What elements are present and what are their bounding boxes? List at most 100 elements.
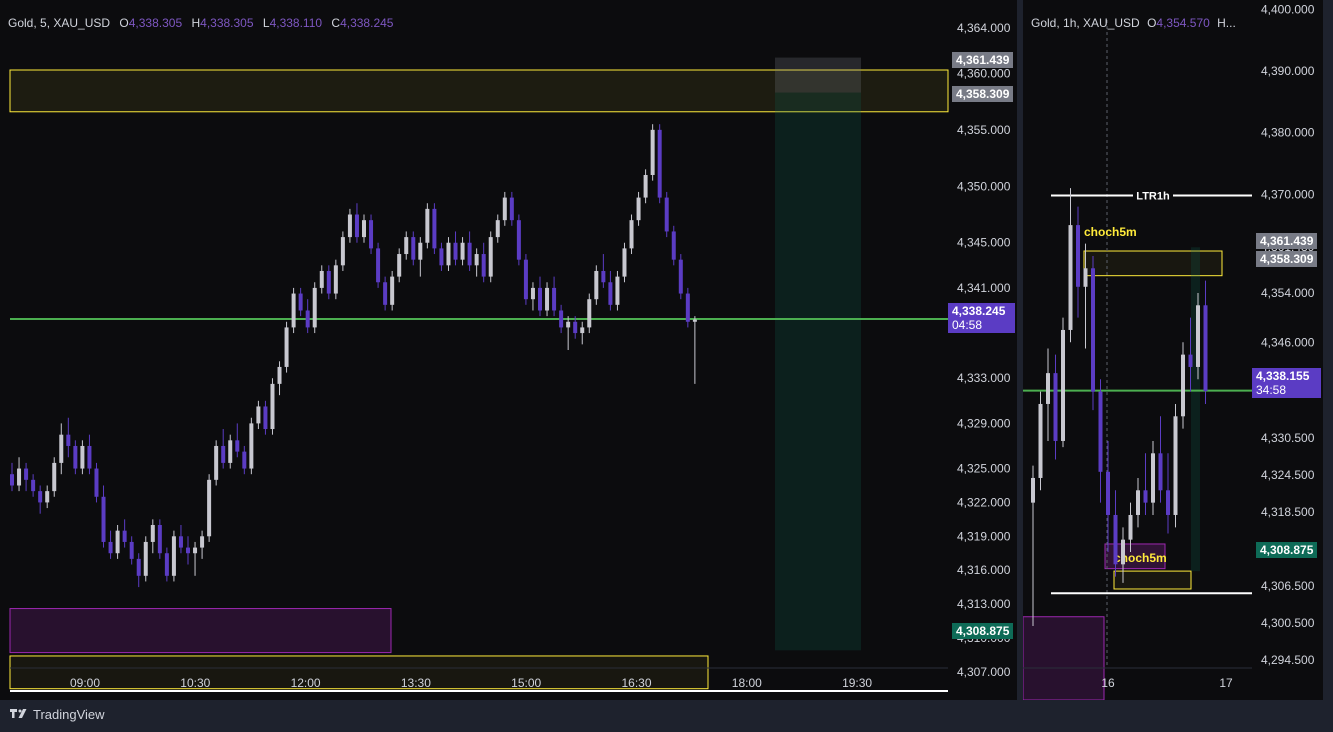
price-tick-label: 4,322.000 (957, 495, 1011, 509)
left-target-tag: 4,308.875 (952, 623, 1014, 639)
time-tick-label: 13:30 (401, 676, 431, 690)
candle-body (319, 270, 324, 288)
candle-body (559, 310, 564, 328)
candle-body (376, 248, 381, 283)
candle-body (221, 445, 226, 463)
candle-body (1106, 471, 1110, 515)
candle-body (657, 129, 662, 198)
candle-body (650, 129, 655, 175)
candle-body (509, 197, 514, 221)
right-target-tag: 4,308.875 (1256, 542, 1318, 558)
ltr-label: LTR1h (1136, 191, 1170, 203)
candle-body (453, 242, 458, 260)
right-chart-canvas[interactable]: LTR1hchoch5mchoch5m4,400.0004,390.0004,3… (1023, 0, 1323, 700)
candle-body (298, 293, 303, 311)
candle-body (643, 175, 648, 198)
price-tick-label: 4,294.500 (1261, 653, 1315, 667)
candle-body (1173, 416, 1178, 515)
candle-body (263, 406, 268, 430)
candle-body (671, 231, 676, 260)
price-tick-label: 4,319.000 (957, 529, 1011, 543)
candle-body (291, 293, 296, 328)
price-tick-label: 4,316.000 (957, 563, 1011, 577)
demand-zone (9, 608, 392, 654)
tradingview-brand[interactable]: TradingView (10, 707, 105, 722)
price-tick-label: 4,300.500 (1261, 616, 1315, 630)
time-tick-label: 12:00 (291, 676, 321, 690)
right-legend-o-label: O (1147, 16, 1157, 30)
candle-body (502, 197, 507, 221)
candle-body (418, 242, 423, 260)
candle-body (362, 220, 366, 238)
price-tick-label: 4,380.000 (1261, 126, 1315, 140)
candle-body (538, 287, 542, 311)
price-tick-label: 4,355.000 (957, 123, 1011, 137)
price-tick-label: 4,400.000 (1261, 2, 1315, 16)
candle-body (587, 299, 592, 328)
price-tick-label: 4,354.000 (1261, 286, 1315, 300)
choch-lower-supply-zone (1113, 570, 1192, 590)
left-chart-legend: Gold, 5, XAU_USD O4,338.305 H4,338.305 L… (8, 16, 393, 30)
candle-body (10, 474, 14, 486)
time-tick-label: 15:00 (511, 676, 541, 690)
candle-body (150, 525, 155, 542)
candle-body (178, 536, 183, 548)
candle-body (129, 541, 134, 559)
candle-body (678, 259, 683, 294)
candle-body (1098, 391, 1103, 472)
left-chart-pane[interactable]: 4,364.000 4,360.000 4,355.000 4,350.000 4,34… (0, 0, 1017, 700)
candle-body (38, 491, 43, 503)
choch-upper-label: choch5m (1084, 225, 1137, 239)
price-tick-label: 4,345.000 (957, 236, 1011, 250)
candle-body (552, 287, 557, 311)
candle-body (594, 270, 599, 300)
candle-body (664, 197, 669, 232)
price-tick-label: 4,364.000 (957, 21, 1011, 35)
candle-body (1158, 453, 1163, 491)
time-tick-label: 17 (1219, 676, 1233, 690)
candle-body (629, 220, 634, 249)
candle-body (369, 220, 374, 249)
candle-body (1061, 329, 1065, 441)
candle-body (157, 525, 162, 554)
target-zone (1191, 247, 1200, 572)
price-tick-label: 4,360.000 (957, 66, 1011, 80)
candle-body (242, 451, 247, 469)
candle-body (1038, 403, 1043, 478)
right-legend-open: 4,354.570 (1156, 16, 1210, 30)
candle-body (608, 282, 613, 305)
right-chart-pane[interactable]: LTR1h choch5m choch5m 4,400.000 4,390.000 4,3… (1023, 0, 1323, 700)
candle-body (17, 468, 22, 486)
candle-body (474, 254, 479, 266)
candle-body (235, 440, 240, 452)
candle-body (31, 479, 36, 492)
candle-body (45, 491, 50, 503)
right-legend-h-label: H... (1217, 16, 1236, 30)
candle-body (24, 468, 29, 480)
time-tick-label: 10:30 (180, 676, 210, 690)
candle-body (1053, 373, 1058, 441)
candle-body (284, 327, 289, 367)
candle-body (411, 237, 416, 260)
price-tick-label: 4,346.000 (1261, 335, 1315, 349)
left-legend-high: 4,338.305 (200, 16, 254, 30)
candle-body (460, 242, 465, 260)
time-tick-label: 16 (1101, 676, 1115, 690)
candle-body (59, 434, 64, 463)
candle-body (390, 276, 395, 305)
price-tick-label: 4,370.000 (1261, 187, 1315, 201)
left-legend-low: 4,338.110 (269, 16, 323, 30)
candle-body (523, 259, 528, 300)
candle-body (214, 445, 219, 480)
left-legend-symbol: Gold, 5, XAU_USD (8, 16, 111, 30)
candle-body (432, 208, 437, 249)
candle-body (1076, 225, 1080, 287)
candle-body (516, 220, 521, 260)
right-zone-bottom-tag: 4,358.309 (1256, 251, 1318, 267)
candle-body (108, 541, 113, 554)
right-countdown: 34:58 (1256, 383, 1287, 397)
candle-body (115, 530, 120, 554)
candle-body (277, 366, 282, 384)
left-chart-canvas[interactable]: 4,364.000 4,360.000 4,355.000 4,350.000 4,34… (0, 0, 1017, 700)
right-current-price: 4,338.155 (1256, 369, 1310, 383)
